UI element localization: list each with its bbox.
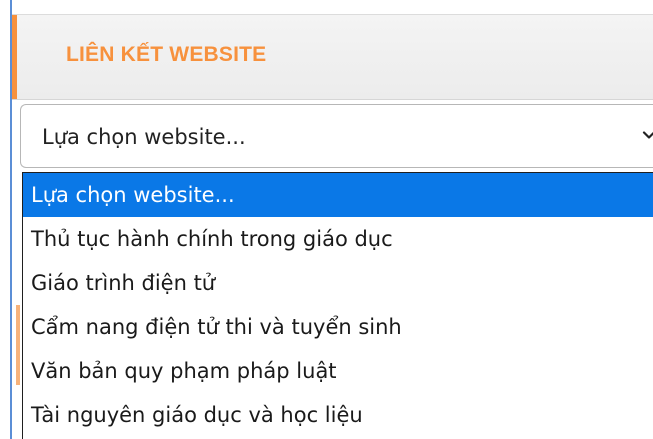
dropdown-option-e-textbooks[interactable]: Giáo trình điện tử (23, 261, 653, 305)
page: LIÊN KẾT WEBSITE Lựa chọn website... Lựa… (0, 0, 653, 439)
dropdown-option-education-resources[interactable]: Tài nguyên giáo dục và học liệu (23, 393, 653, 437)
dropdown-option-placeholder[interactable]: Lựa chọn website... (23, 173, 653, 217)
dropdown-option-exam-admission-handbook[interactable]: Cẩm nang điện tử thi và tuyển sinh (23, 305, 653, 349)
sidebar-accent-stub (16, 305, 20, 385)
chevron-down-icon[interactable] (641, 127, 653, 143)
website-dropdown-list: Lựa chọn website... Thủ tục hành chính t… (22, 172, 653, 439)
select-current-value: Lựa chọn website... (42, 125, 246, 149)
header-accent-bar (12, 15, 17, 99)
widget-title: LIÊN KẾT WEBSITE (66, 43, 267, 66)
dropdown-option-legal-documents[interactable]: Văn bản quy phạm pháp luật (23, 349, 653, 393)
website-select[interactable]: Lựa chọn website... (20, 104, 653, 168)
dropdown-option-administrative-procedures[interactable]: Thủ tục hành chính trong giáo dục (23, 217, 653, 261)
widget-header: LIÊN KẾT WEBSITE (12, 14, 653, 100)
